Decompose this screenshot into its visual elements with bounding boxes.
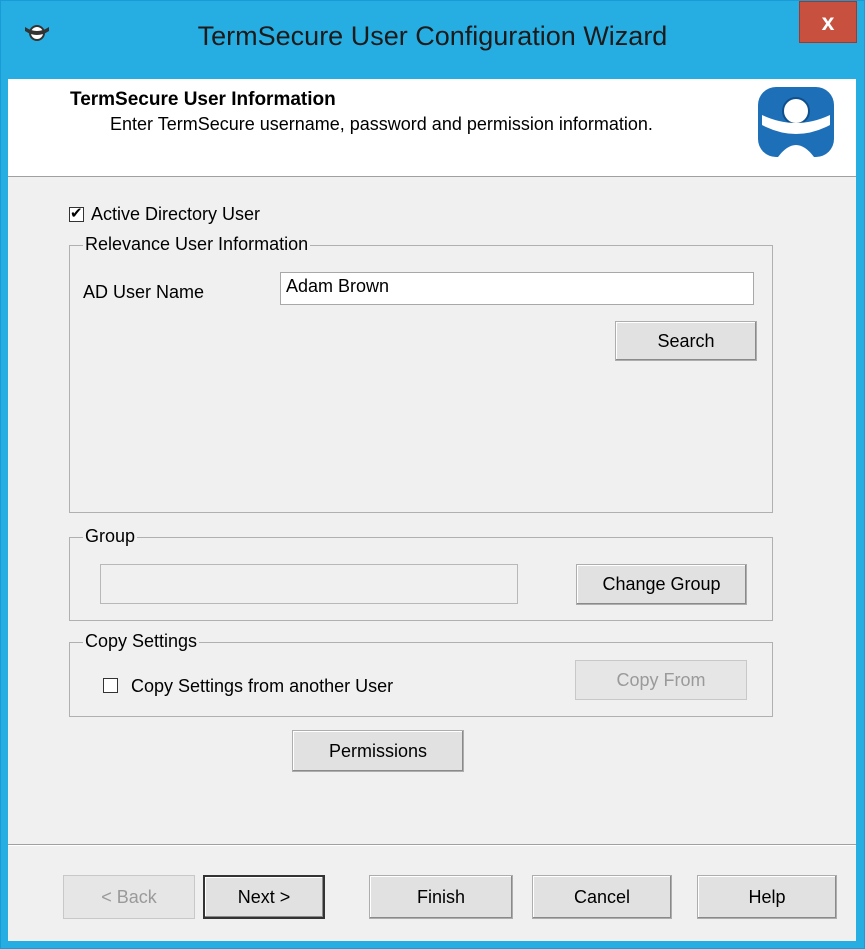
title-bar[interactable]: TermSecure User Configuration Wizard x	[1, 1, 864, 79]
copy-settings-label[interactable]: Copy Settings from another User	[131, 676, 393, 697]
copy-from-button[interactable]: Copy From	[575, 660, 747, 700]
relevance-user-legend: Relevance User Information	[83, 234, 311, 255]
close-icon: x	[821, 9, 835, 35]
wizard-header: TermSecure User Information Enter TermSe…	[8, 79, 856, 177]
group-field	[100, 564, 518, 604]
ad-user-name-input[interactable]: Adam Brown	[280, 272, 754, 305]
window-frame-right	[856, 79, 864, 943]
help-button[interactable]: Help	[697, 875, 837, 919]
window-title: TermSecure User Configuration Wizard	[197, 21, 668, 51]
copy-settings-checkbox[interactable]	[103, 678, 118, 693]
change-group-button[interactable]: Change Group	[576, 564, 747, 605]
thinstuff-logo-icon	[756, 85, 836, 159]
active-directory-checkbox[interactable]	[69, 204, 84, 222]
window-frame-left	[1, 79, 8, 943]
next-button[interactable]: Next >	[203, 875, 325, 919]
header-subtitle: Enter TermSecure username, password and …	[110, 114, 653, 134]
back-button[interactable]: < Back	[63, 875, 195, 919]
footer-separator	[8, 844, 856, 846]
cancel-button[interactable]: Cancel	[532, 875, 672, 919]
window-frame-bottom	[1, 941, 864, 948]
close-button[interactable]: x	[799, 1, 857, 43]
group-legend: Group	[83, 526, 138, 547]
permissions-button[interactable]: Permissions	[292, 730, 464, 772]
active-directory-label[interactable]: Active Directory User	[91, 204, 260, 225]
search-button[interactable]: Search	[615, 321, 757, 361]
ad-user-name-label: AD User Name	[83, 282, 205, 302]
header-title: TermSecure User Information	[70, 89, 336, 110]
copy-settings-legend: Copy Settings	[83, 631, 200, 652]
finish-button[interactable]: Finish	[369, 875, 513, 919]
wizard-window: TermSecure User Configuration Wizard x T…	[0, 0, 865, 949]
